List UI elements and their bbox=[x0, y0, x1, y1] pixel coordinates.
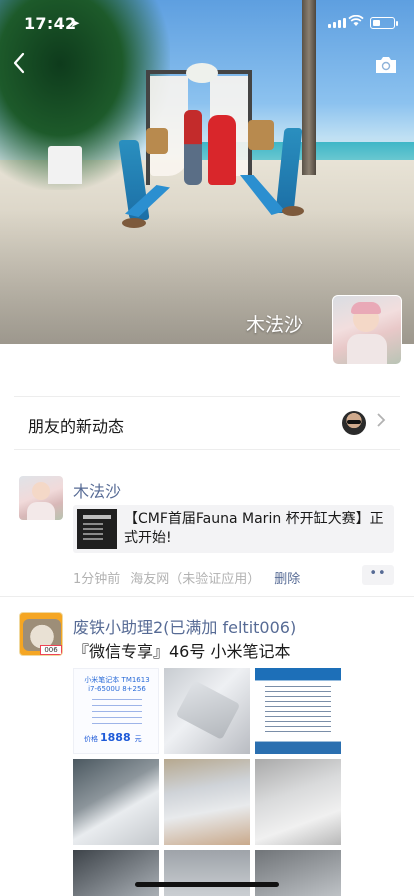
back-icon[interactable] bbox=[12, 52, 34, 78]
chevron-right-icon bbox=[376, 410, 386, 435]
signal-icon bbox=[328, 18, 346, 28]
cover-photo[interactable] bbox=[0, 0, 414, 344]
post-avatar[interactable]: 006 bbox=[19, 612, 63, 656]
photo-thumbnail[interactable] bbox=[255, 850, 341, 896]
post-meta: 1分钟前 海友网（未验证应用） 删除 bbox=[73, 568, 300, 587]
photo-thumbnail[interactable] bbox=[164, 668, 250, 754]
cover-lantern-left bbox=[146, 128, 168, 154]
post-text: 『微信专享』46号 小米笔记本 bbox=[73, 642, 291, 661]
location-arrow-icon: ➤ bbox=[70, 16, 81, 30]
more-actions-button[interactable]: •• bbox=[362, 565, 394, 585]
post-time: 1分钟前 bbox=[73, 572, 121, 587]
poster-price: 价格 1888 元 bbox=[84, 731, 142, 744]
photo-thumbnail[interactable] bbox=[73, 850, 159, 896]
wifi-icon bbox=[348, 14, 364, 31]
moment-post: 006 废铁小助理2(已满加 feltit006) 『微信专享』46号 小米笔记… bbox=[0, 606, 414, 896]
cover-flowers bbox=[186, 63, 218, 83]
photo-thumbnail[interactable] bbox=[255, 759, 341, 845]
poster-line: i7-6500U 8+256 bbox=[88, 685, 146, 693]
poster-spec-lines bbox=[92, 699, 142, 727]
shared-link-card[interactable]: 【CMF首届Fauna Marin 杯开缸大赛】正式开始! bbox=[73, 505, 394, 553]
camera-icon[interactable] bbox=[374, 56, 398, 74]
post-source[interactable]: 海友网（未验证应用） bbox=[130, 572, 260, 587]
avatar-tag: 006 bbox=[40, 645, 62, 655]
photo-thumbnail[interactable] bbox=[73, 759, 159, 845]
moment-post: 木法沙 【CMF首届Fauna Marin 杯开缸大赛】正式开始! 1分钟前 海友… bbox=[0, 470, 414, 597]
cover-person bbox=[208, 115, 236, 185]
shared-link-thumbnail bbox=[77, 509, 117, 549]
new-posts-label: 朋友的新动态 bbox=[28, 417, 125, 436]
post-author[interactable]: 废铁小助理2(已满加 feltit006) bbox=[73, 614, 296, 638]
status-bar: 17:42 ➤ bbox=[0, 0, 414, 44]
cover-lantern-right bbox=[248, 120, 274, 150]
home-indicator[interactable] bbox=[135, 882, 279, 887]
shared-link-title: 【CMF首届Fauna Marin 杯开缸大赛】正式开始! bbox=[124, 511, 384, 546]
new-posts-row[interactable]: 朋友的新动态 bbox=[14, 396, 400, 450]
cover-pot-left bbox=[122, 218, 146, 228]
cover-pot-right bbox=[282, 206, 304, 216]
profile-avatar[interactable] bbox=[332, 295, 402, 365]
photo-thumbnail[interactable]: 小米笔记本 TM1613 i7-6500U 8+256 价格 1888 元 bbox=[73, 668, 159, 754]
photo-thumbnail[interactable] bbox=[164, 759, 250, 845]
delete-button[interactable]: 删除 bbox=[274, 572, 300, 587]
cover-table bbox=[48, 146, 82, 184]
photo-thumbnail[interactable] bbox=[164, 850, 250, 896]
cover-person bbox=[184, 110, 202, 185]
poster-line: 小米笔记本 TM1613 bbox=[84, 676, 150, 684]
status-time: 17:42 bbox=[24, 14, 77, 33]
photo-thumbnail[interactable] bbox=[255, 668, 341, 754]
friend-avatar bbox=[342, 411, 366, 435]
post-author[interactable]: 木法沙 bbox=[73, 478, 121, 502]
cover-user-name: 木法沙 bbox=[246, 314, 304, 336]
post-avatar[interactable] bbox=[19, 476, 63, 520]
cover-curtain-left bbox=[150, 76, 188, 176]
battery-icon bbox=[370, 17, 398, 29]
